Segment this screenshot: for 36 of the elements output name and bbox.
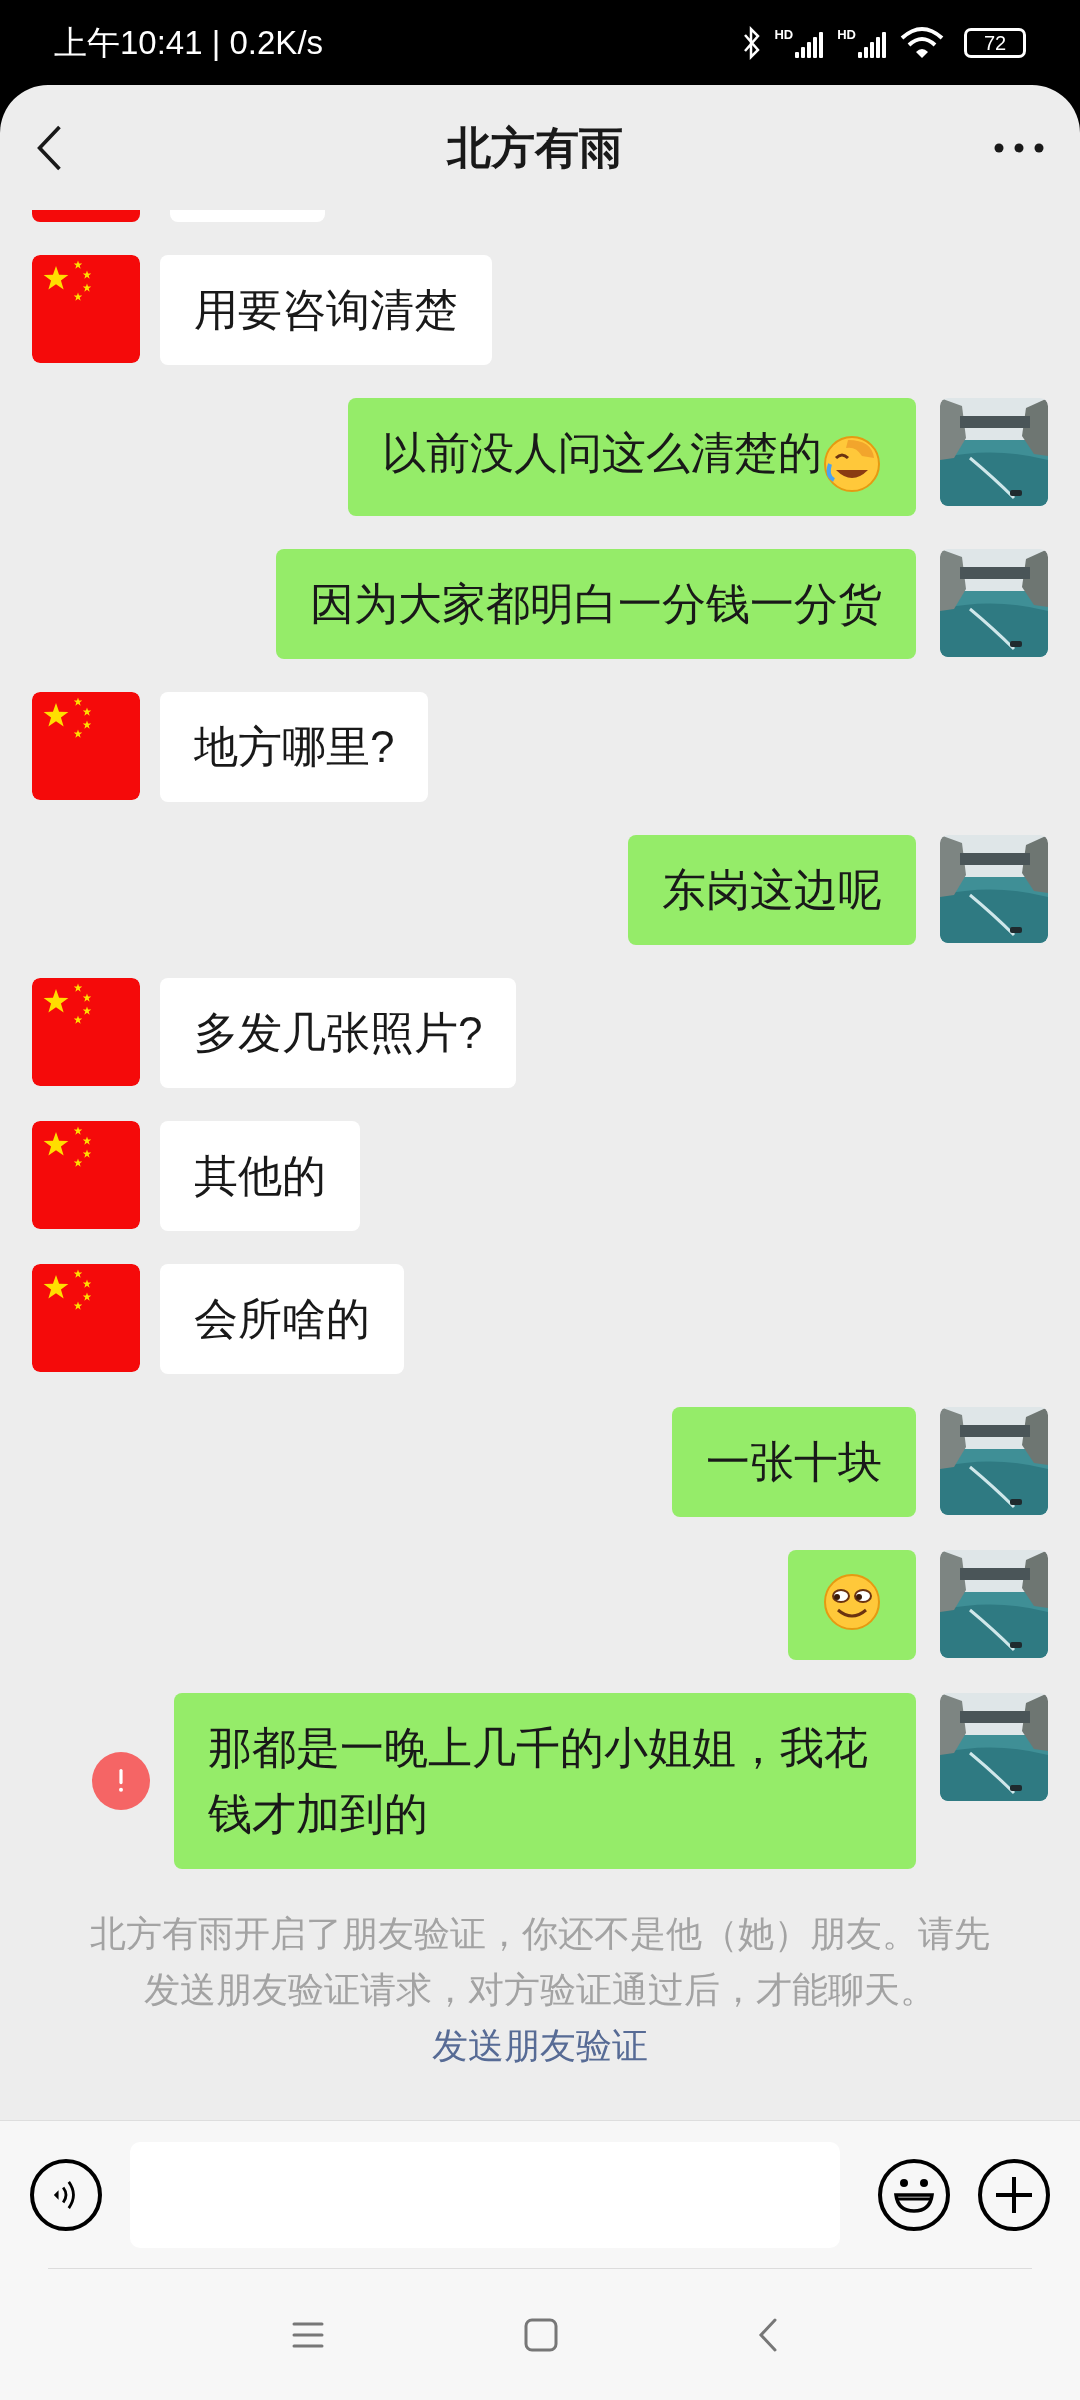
status-time: 上午10:41 | 0.2K/s [54, 22, 324, 63]
hd-label: HD [774, 27, 794, 41]
flag-avatar[interactable] [32, 255, 140, 363]
chat-title: 北方有雨 [447, 121, 623, 174]
friend-verification-notice: 北方有雨开启了朋友验证，你还不是他（她）朋友。请先发送朋友验证请求，对方验证通过后，才能聊天。 发送朋友验证 [89, 1911, 991, 2068]
flag-avatar[interactable] [32, 1120, 140, 1229]
wifi-icon [900, 25, 944, 60]
grinning-face-icon [822, 1571, 882, 1632]
back-icon[interactable] [758, 2317, 778, 2352]
exclamation-icon [117, 1767, 125, 1794]
back-icon [36, 124, 62, 171]
message-text: 多发几张照片? [194, 1007, 483, 1057]
message-text: 其他的 [194, 1150, 326, 1200]
more-icon [994, 142, 1044, 153]
voice-button[interactable] [30, 2158, 102, 2231]
laughing-face-icon [822, 433, 882, 494]
plus-button[interactable] [978, 2158, 1050, 2231]
message-text: 以前没人问这么清楚的 [382, 428, 822, 477]
message-text: 东岗这边呢 [662, 864, 882, 914]
message-text: 那都是一晚上几千的小姐姐，我花钱才加到的 [208, 1722, 868, 1838]
send-verification-link[interactable]: 发送朋友验证 [432, 2024, 648, 2066]
flag-avatar[interactable] [32, 1263, 140, 1372]
send-failed-icon[interactable] [92, 1751, 150, 1810]
hd-label: HD [837, 27, 856, 41]
home-icon[interactable] [524, 2317, 558, 2352]
plus-icon [994, 2174, 1034, 2215]
menu-icon[interactable] [292, 2320, 324, 2349]
battery-indicator: 72 [964, 27, 1026, 58]
flag-avatar[interactable] [32, 977, 140, 1086]
message-text: 因为大家都明白一分钱一分货 [310, 578, 882, 628]
message-text: 会所啥的 [194, 1293, 370, 1343]
message-text: 用要咨询清楚 [194, 285, 458, 334]
message-text: 一张十块 [706, 1436, 882, 1486]
flag-avatar[interactable] [32, 691, 140, 800]
emoji-button[interactable] [878, 2158, 950, 2231]
message-text: 地方哪里? [194, 721, 395, 771]
